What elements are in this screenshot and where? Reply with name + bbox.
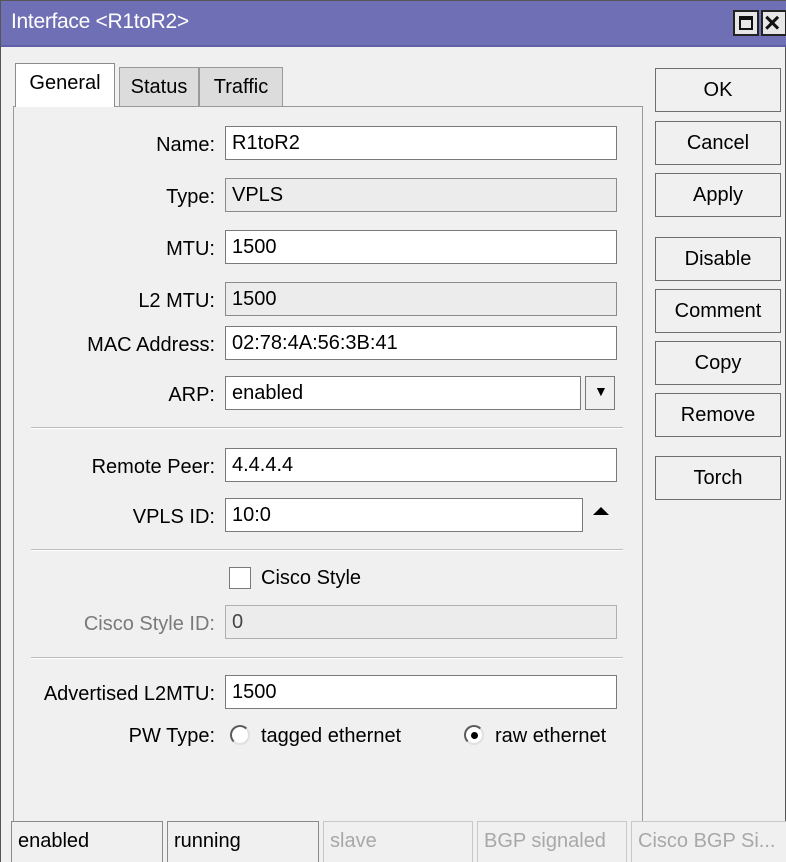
separator <box>31 657 623 659</box>
name-field[interactable]: R1toR2 <box>225 126 617 160</box>
close-button[interactable]: × <box>761 7 786 38</box>
name-label: Name: <box>156 134 215 156</box>
arp-dropdown-button[interactable]: ▼ <box>585 376 615 410</box>
tab-general[interactable]: General <box>15 63 115 107</box>
advertised-l2mtu-label: Advertised L2MTU: <box>43 683 215 705</box>
separator <box>31 427 623 429</box>
restore-icon <box>739 16 753 30</box>
mtu-label: MTU: <box>166 238 215 260</box>
advertised-l2mtu-field[interactable]: 1500 <box>225 675 617 709</box>
restore-button[interactable] <box>733 10 759 36</box>
ok-button[interactable]: OK <box>655 68 781 112</box>
cisco-style-checkbox[interactable] <box>229 567 251 589</box>
cisco-style-id-field: 0 <box>225 605 617 639</box>
torch-button[interactable]: Torch <box>655 456 781 500</box>
pw-type-raw-radio[interactable] <box>464 725 484 745</box>
remote-peer-label: Remote Peer: <box>91 456 215 478</box>
pw-type-tagged-label: tagged ethernet <box>261 725 402 747</box>
pw-type-tagged-radio[interactable] <box>230 725 250 745</box>
status-bgp-signaled: BGP signaled <box>477 821 627 862</box>
remote-peer-field[interactable]: 4.4.4.4 <box>225 448 617 482</box>
pw-type-raw-label: raw ethernet <box>495 725 607 747</box>
status-enabled: enabled <box>11 821 163 862</box>
l2mtu-label: L2 MTU: <box>138 290 215 312</box>
tab-traffic[interactable]: Traffic <box>199 67 283 107</box>
mtu-field[interactable]: 1500 <box>225 230 617 264</box>
arp-label: ARP: <box>168 384 215 406</box>
cancel-button[interactable]: Cancel <box>655 121 781 165</box>
mac-address-label: MAC Address: <box>87 334 215 356</box>
status-slave: slave <box>323 821 473 862</box>
type-field: VPLS <box>225 178 617 212</box>
arp-select[interactable]: enabled <box>225 376 581 410</box>
pw-type-label: PW Type: <box>128 725 215 747</box>
type-label: Type: <box>166 186 215 208</box>
interface-dialog: Interface <R1toR2> × General Status Traf… <box>0 0 786 862</box>
l2mtu-field: 1500 <box>225 282 617 316</box>
close-icon: × <box>764 7 781 38</box>
cisco-style-label: Cisco Style <box>261 567 362 589</box>
remove-button[interactable]: Remove <box>655 393 781 437</box>
status-bar: enabled running slave BGP signaled Cisco… <box>1 821 786 862</box>
cisco-style-id-label: Cisco Style ID: <box>83 613 215 635</box>
collapse-up-icon[interactable] <box>593 507 609 515</box>
apply-button[interactable]: Apply <box>655 173 781 217</box>
status-cisco-bgp-signaled: Cisco BGP Si... <box>631 821 786 862</box>
window-title: Interface <R1toR2> <box>11 10 189 33</box>
separator <box>31 549 623 551</box>
status-running: running <box>167 821 319 862</box>
dropdown-arrow-icon: ▼ <box>594 383 608 399</box>
copy-button[interactable]: Copy <box>655 341 781 385</box>
title-bar[interactable]: Interface <R1toR2> × <box>1 1 786 47</box>
comment-button[interactable]: Comment <box>655 289 781 333</box>
vpls-id-label: VPLS ID: <box>132 506 215 528</box>
mac-address-field[interactable]: 02:78:4A:56:3B:41 <box>225 326 617 360</box>
vpls-id-field[interactable]: 10:0 <box>225 498 583 532</box>
tab-status[interactable]: Status <box>119 67 199 107</box>
disable-button[interactable]: Disable <box>655 237 781 281</box>
